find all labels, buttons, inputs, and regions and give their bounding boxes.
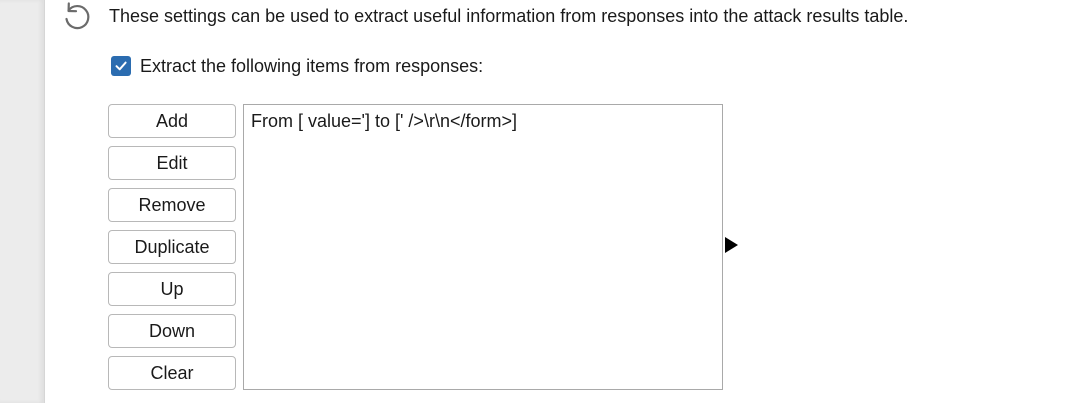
- clear-button[interactable]: Clear: [108, 356, 236, 390]
- triangle-right-icon[interactable]: [725, 237, 738, 253]
- add-button[interactable]: Add: [108, 104, 236, 138]
- left-panel-gutter: [0, 0, 45, 403]
- edit-button[interactable]: Edit: [108, 146, 236, 180]
- extract-items-list[interactable]: From [ value='] to [' />\r\n</form>]: [243, 104, 723, 390]
- duplicate-button[interactable]: Duplicate: [108, 230, 236, 264]
- checkmark-icon: [115, 61, 127, 71]
- extract-items-checkbox[interactable]: [111, 56, 131, 76]
- down-button[interactable]: Down: [108, 314, 236, 348]
- remove-button[interactable]: Remove: [108, 188, 236, 222]
- list-action-buttons: Add Edit Remove Duplicate Up Down Clear: [108, 104, 236, 398]
- extract-items-checkbox-row[interactable]: Extract the following items from respons…: [111, 55, 483, 77]
- revert-icon[interactable]: [60, 0, 94, 34]
- settings-description: These settings can be used to extract us…: [109, 6, 909, 26]
- up-button[interactable]: Up: [108, 272, 236, 306]
- list-item[interactable]: From [ value='] to [' />\r\n</form>]: [244, 105, 722, 132]
- extract-items-checkbox-label[interactable]: Extract the following items from respons…: [140, 55, 483, 77]
